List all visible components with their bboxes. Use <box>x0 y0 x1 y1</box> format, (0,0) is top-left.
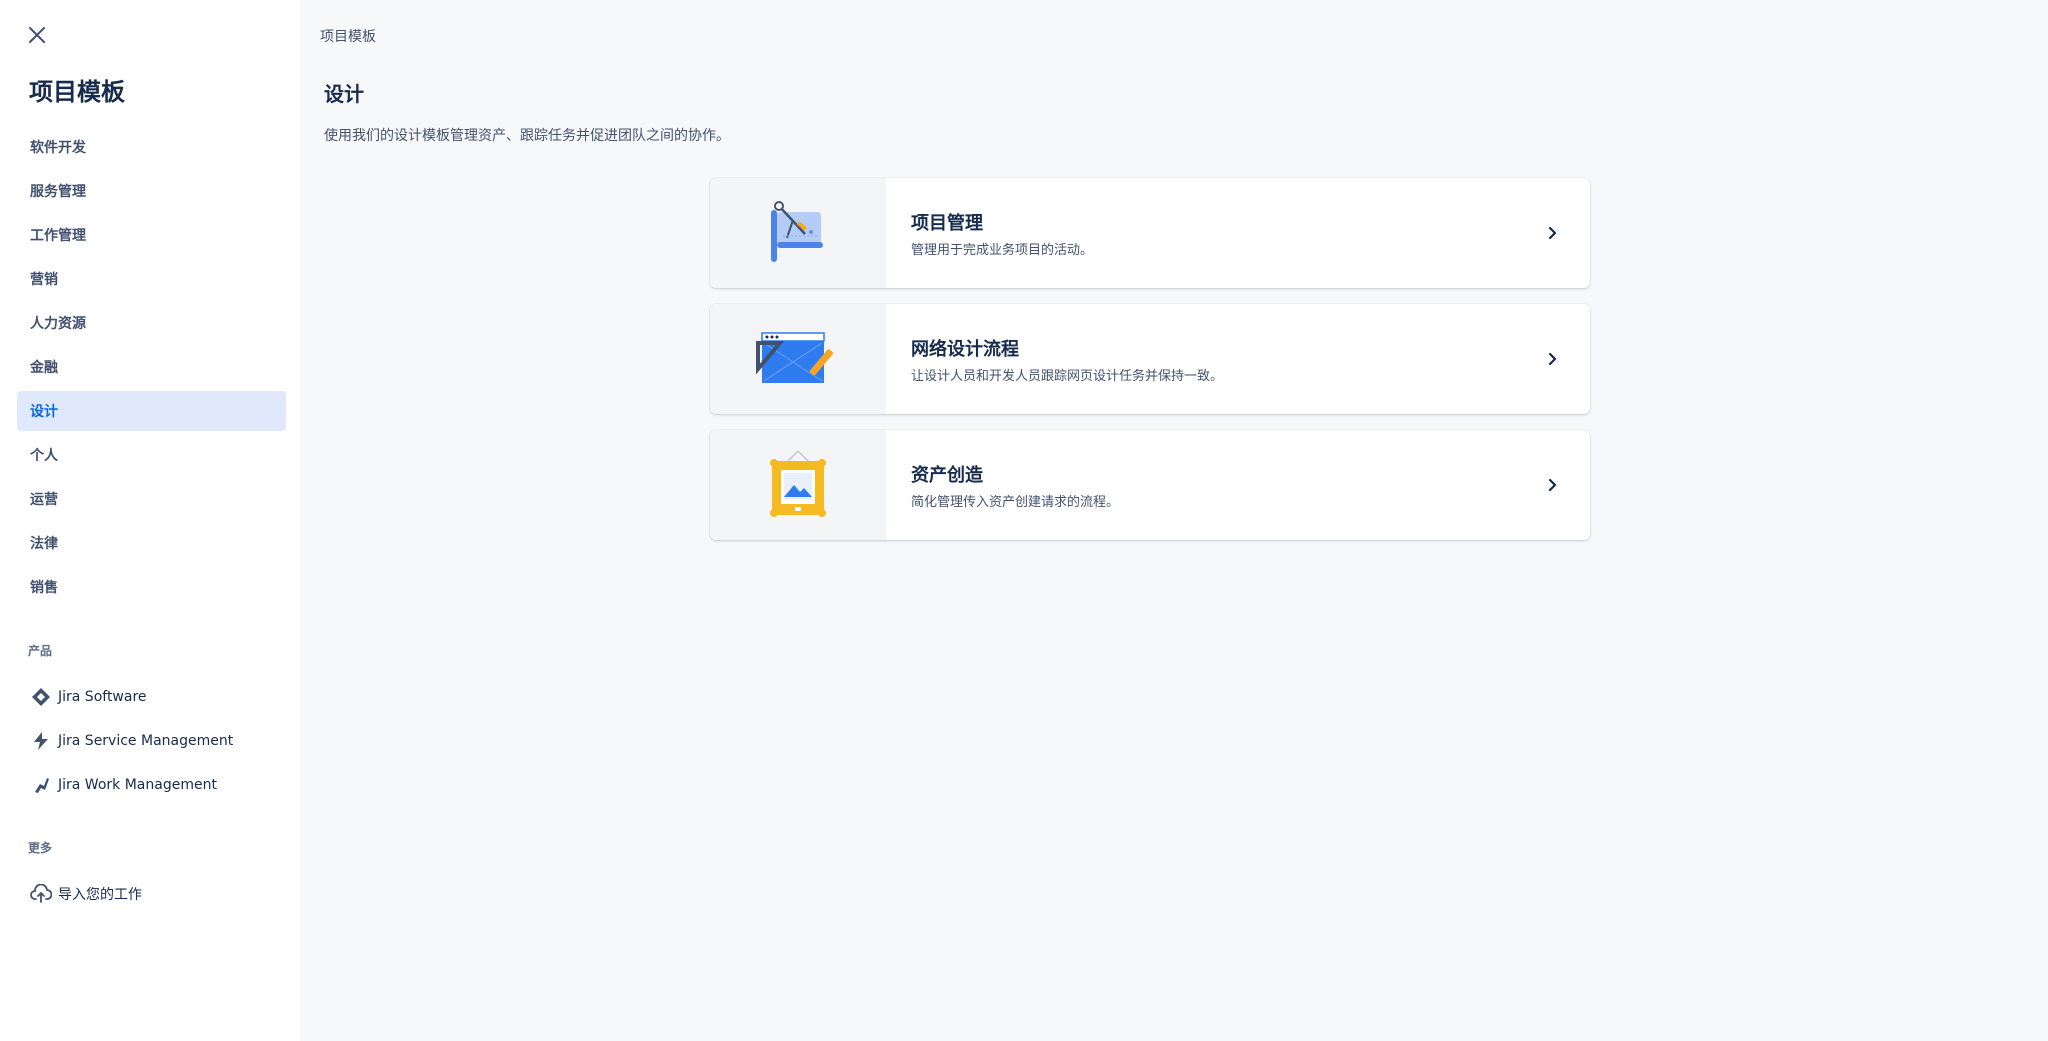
sidebar-title: 项目模板 <box>29 78 125 106</box>
more-list: 导入您的工作 <box>17 874 286 918</box>
sidebar-item-sales[interactable]: 销售 <box>17 567 286 607</box>
sidebar-item-legal[interactable]: 法律 <box>17 523 286 563</box>
import-work-link[interactable]: 导入您的工作 <box>17 874 286 914</box>
sidebar: 项目模板 软件开发 服务管理 工作管理 营销 人力资源 金融 设计 个人 运营 … <box>0 0 300 1041</box>
close-icon <box>29 27 45 43</box>
sidebar-item-finance[interactable]: 金融 <box>17 347 286 387</box>
jira-work-management-icon <box>30 774 52 796</box>
card-body: 网络设计流程 让设计人员和开发人员跟踪网页设计任务并保持一致。 <box>886 304 1590 414</box>
web-design-illustration <box>710 304 886 414</box>
sidebar-item-work-management[interactable]: 工作管理 <box>17 215 286 255</box>
close-button[interactable] <box>22 20 52 50</box>
sidebar-item-service-management[interactable]: 服务管理 <box>17 171 286 211</box>
more-section-label: 更多 <box>28 841 53 855</box>
product-list: Jira Software Jira Service Management Ji… <box>17 677 286 809</box>
card-title: 网络设计流程 <box>911 338 1019 360</box>
import-work-label: 导入您的工作 <box>58 887 142 903</box>
jira-service-management-icon <box>30 730 52 752</box>
card-body: 项目管理 管理用于完成业务项目的活动。 <box>886 178 1590 288</box>
template-card-web-design-process[interactable]: 网络设计流程 让设计人员和开发人员跟踪网页设计任务并保持一致。 <box>710 304 1590 414</box>
main-content: 项目模板 设计 使用我们的设计模板管理资产、跟踪任务并促进团队之间的协作。 项目… <box>300 0 2048 1041</box>
sidebar-item-hr[interactable]: 人力资源 <box>17 303 286 343</box>
sidebar-item-personal[interactable]: 个人 <box>17 435 286 475</box>
product-jira-service-management[interactable]: Jira Service Management <box>17 721 286 761</box>
products-section-label: 产品 <box>28 644 53 658</box>
card-title: 项目管理 <box>911 212 983 234</box>
template-card-asset-creation[interactable]: 资产创造 简化管理传入资产创建请求的流程。 <box>710 430 1590 540</box>
card-description: 让设计人员和开发人员跟踪网页设计任务并保持一致。 <box>911 368 1224 384</box>
page-title: 设计 <box>324 82 364 106</box>
sidebar-item-software-dev[interactable]: 软件开发 <box>17 127 286 167</box>
card-title: 资产创造 <box>911 464 983 486</box>
product-label: Jira Software <box>58 689 147 705</box>
breadcrumb[interactable]: 项目模板 <box>320 26 376 46</box>
sidebar-item-marketing[interactable]: 营销 <box>17 259 286 299</box>
page-description: 使用我们的设计模板管理资产、跟踪任务并促进团队之间的协作。 <box>324 128 730 144</box>
picture-frame-illustration <box>710 430 886 540</box>
jira-software-icon <box>30 686 52 708</box>
cloud-upload-icon <box>30 883 52 905</box>
chevron-right-icon <box>1540 347 1564 371</box>
product-jira-software[interactable]: Jira Software <box>17 677 286 717</box>
chevron-right-icon <box>1540 221 1564 245</box>
app-root: 项目模板 软件开发 服务管理 工作管理 营销 人力资源 金融 设计 个人 运营 … <box>0 0 2048 1041</box>
sidebar-item-operations[interactable]: 运营 <box>17 479 286 519</box>
product-label: Jira Service Management <box>58 733 234 749</box>
template-card-project-management[interactable]: 项目管理 管理用于完成业务项目的活动。 <box>710 178 1590 288</box>
sidebar-item-design[interactable]: 设计 <box>17 391 286 431</box>
chevron-right-icon <box>1540 473 1564 497</box>
blueprint-illustration <box>710 178 886 288</box>
card-description: 管理用于完成业务项目的活动。 <box>911 242 1094 258</box>
category-nav: 软件开发 服务管理 工作管理 营销 人力资源 金融 设计 个人 运营 法律 销售 <box>17 127 286 611</box>
card-body: 资产创造 简化管理传入资产创建请求的流程。 <box>886 430 1590 540</box>
template-list: 项目管理 管理用于完成业务项目的活动。 网络设计流程 让设计人员和开发人员跟踪网… <box>710 178 1590 556</box>
card-description: 简化管理传入资产创建请求的流程。 <box>911 494 1120 510</box>
product-label: Jira Work Management <box>58 777 217 793</box>
product-jira-work-management[interactable]: Jira Work Management <box>17 765 286 805</box>
